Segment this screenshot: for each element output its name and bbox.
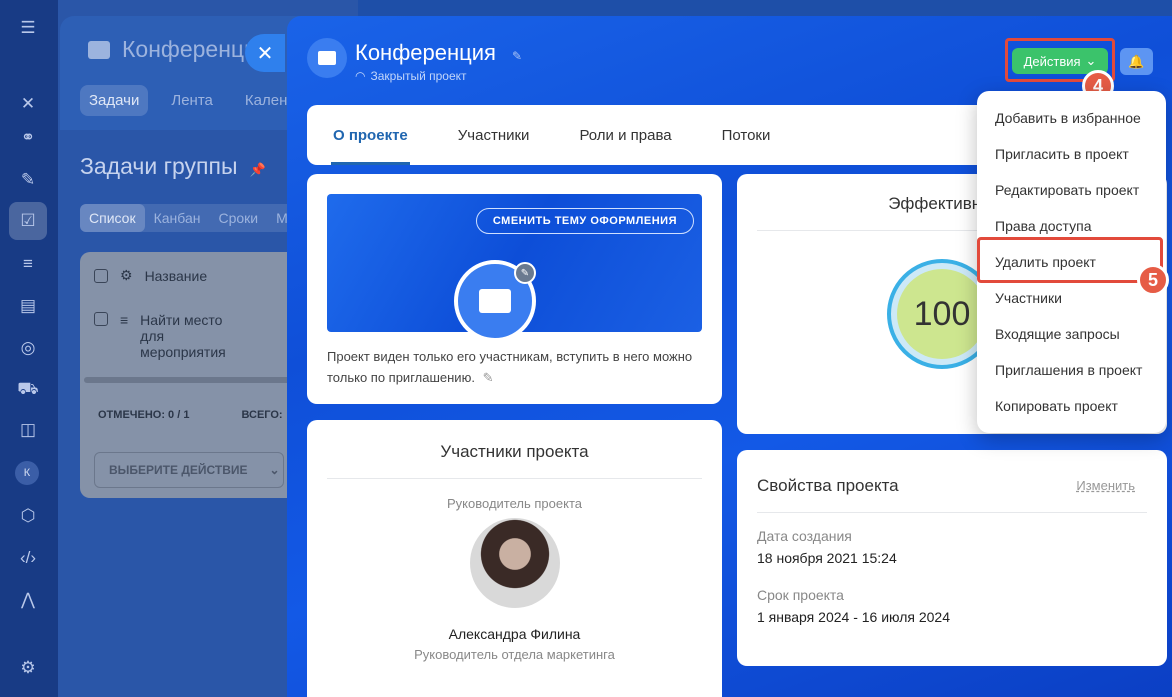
created-value: 18 ноября 2021 15:24	[757, 550, 897, 566]
menu-icon[interactable]: ☰	[14, 14, 42, 42]
target-icon[interactable]: ◎	[14, 334, 42, 362]
folder-icon	[479, 289, 511, 313]
menu-item-edit[interactable]: Редактировать проект	[995, 182, 1139, 198]
total-label: ВСЕГО:	[241, 409, 283, 421]
column-name: Название	[144, 267, 208, 284]
folder-icon	[318, 51, 336, 65]
chevron-down-icon: ⌄	[269, 463, 280, 477]
members-title: Участники проекта	[440, 442, 589, 461]
box-icon[interactable]: ⬡	[14, 502, 42, 530]
tab-flows[interactable]: Потоки	[722, 105, 771, 165]
menu-item-invite[interactable]: Пригласить в проект	[995, 146, 1129, 162]
menu-item-members[interactable]: Участники	[995, 290, 1062, 306]
action-placeholder: ВЫБЕРИТЕ ДЕЙСТВИЕ	[109, 463, 248, 477]
checked-count: ОТМЕЧЕНО: 0 / 1	[98, 409, 190, 421]
group-action-select[interactable]: ВЫБЕРИТЕ ДЕЙСТВИЕ ⌄	[94, 452, 284, 488]
view-list[interactable]: Список	[80, 204, 145, 232]
pin-icon: 📌	[249, 162, 267, 177]
table-counts: ОТМЕЧЕНО: 0 / 1 ВСЕГО:	[98, 409, 283, 421]
lead-label: Руководитель проекта	[447, 496, 582, 511]
view-deadlines[interactable]: Сроки	[209, 204, 267, 232]
apps-icon[interactable]: ⋀	[14, 586, 42, 614]
document-icon[interactable]: ▤	[14, 292, 42, 320]
efficiency-value: 100	[897, 269, 987, 359]
visibility-note: Проект виден только его участникам, всту…	[327, 346, 697, 388]
folder-icon	[88, 40, 110, 59]
lead-role: Руководитель отдела маркетинга	[414, 647, 615, 662]
menu-item-requests[interactable]: Входящие запросы	[995, 326, 1120, 342]
task-title[interactable]: Найти место для мероприятия	[140, 312, 250, 360]
tab-feed[interactable]: Лента	[162, 85, 222, 116]
menu-item-copy[interactable]: Копировать проект	[995, 398, 1118, 414]
pen-icon[interactable]: ✎	[14, 166, 42, 194]
settings-icon[interactable]: ⚙	[14, 654, 42, 682]
divider	[757, 512, 1147, 513]
left-sidebar: ☰ ✕ ⚭ ✎ ☑ ≡ ▤ ◎ ⛟ ◫ К ⬡ ‹/› ⋀ ⚙	[0, 0, 58, 697]
background-title: Конференция	[88, 36, 269, 63]
about-card: СМЕНИТЬ ТЕМУ ОФОРМЛЕНИЯ ✎ Проект виден т…	[307, 174, 722, 404]
project-avatar	[307, 38, 347, 78]
bell-icon[interactable]: 🔔	[1120, 48, 1153, 75]
step-badge-5: 5	[1137, 264, 1169, 296]
code-icon[interactable]: ‹/›	[14, 544, 42, 572]
wifi-icon: ◠	[355, 69, 366, 83]
project-subtitle: Закрытый проект	[370, 69, 467, 83]
tab-members[interactable]: Участники	[458, 105, 530, 165]
actions-label: Действия	[1023, 53, 1081, 69]
tasks-icon[interactable]: ☑	[9, 202, 47, 240]
network-icon[interactable]: ⚭	[14, 124, 42, 152]
edit-title-icon[interactable]: ✎	[512, 49, 522, 63]
edit-avatar-icon[interactable]: ✎	[514, 262, 536, 284]
gear-icon[interactable]: ⚙	[120, 267, 133, 284]
close-icon: ✕	[256, 42, 274, 65]
background-heading-text: Задачи группы	[80, 153, 238, 179]
members-card: Участники проекта Руководитель проекта А…	[307, 420, 722, 697]
project-title: Конференция	[355, 40, 496, 65]
table-row[interactable]: ≡ Найти место для мероприятия	[94, 312, 250, 360]
tab-roles[interactable]: Роли и права	[579, 105, 671, 165]
menu-item-access[interactable]: Права доступа	[995, 218, 1091, 234]
created-label: Дата создания	[757, 528, 852, 544]
properties-card: Свойства проекта Изменить Дата создания …	[737, 450, 1167, 666]
menu-item-invitations[interactable]: Приглашения в проект	[995, 362, 1142, 378]
tab-about[interactable]: О проекте	[331, 105, 410, 165]
properties-title: Свойства проекта	[757, 476, 899, 495]
drag-handle-icon[interactable]: ≡	[120, 312, 128, 360]
visibility-note-text: Проект виден только его участникам, всту…	[327, 349, 693, 385]
task-table: ⚙ Название ≡ Найти место для мероприятия…	[80, 252, 310, 498]
table-header: ⚙ Название	[94, 267, 207, 284]
edit-properties-link[interactable]: Изменить	[1076, 478, 1135, 493]
view-switcher: Список Канбан Сроки М	[80, 204, 297, 232]
select-all-checkbox[interactable]	[94, 268, 108, 283]
scrollbar[interactable]	[84, 377, 294, 383]
project-tabs: О проекте Участники Роли и права Потоки	[307, 105, 987, 165]
filter-icon[interactable]: ≡	[14, 250, 42, 278]
delete-highlight	[977, 237, 1163, 283]
tab-tasks[interactable]: Задачи	[80, 85, 149, 116]
edit-note-icon[interactable]: ✎	[483, 370, 494, 385]
cart-icon[interactable]: ⛟	[14, 376, 42, 404]
term-label: Срок проекта	[757, 587, 844, 603]
background-tabs: Задачи Лента Календ	[80, 85, 305, 116]
background-heading: Задачи группы 📌	[80, 153, 266, 180]
robot-icon[interactable]: ◫	[14, 416, 42, 444]
lead-name[interactable]: Александра Филина	[307, 626, 722, 642]
project-big-avatar: ✎	[454, 260, 536, 342]
project-type: ◠ Закрытый проект	[355, 69, 467, 83]
divider	[327, 478, 702, 479]
menu-item-add-favorite[interactable]: Добавить в избранное	[995, 110, 1141, 126]
row-checkbox[interactable]	[94, 312, 108, 326]
user-avatar[interactable]: К	[15, 461, 39, 485]
change-theme-button[interactable]: СМЕНИТЬ ТЕМУ ОФОРМЛЕНИЯ	[475, 208, 694, 234]
term-value: 1 января 2024 - 16 июля 2024	[757, 609, 950, 625]
view-kanban[interactable]: Канбан	[145, 204, 210, 232]
feed-icon[interactable]: ✕	[14, 90, 42, 118]
close-slider-button[interactable]: ✕	[245, 34, 285, 72]
lead-avatar[interactable]	[470, 518, 560, 608]
chevron-down-icon: ⌄	[1085, 53, 1097, 68]
